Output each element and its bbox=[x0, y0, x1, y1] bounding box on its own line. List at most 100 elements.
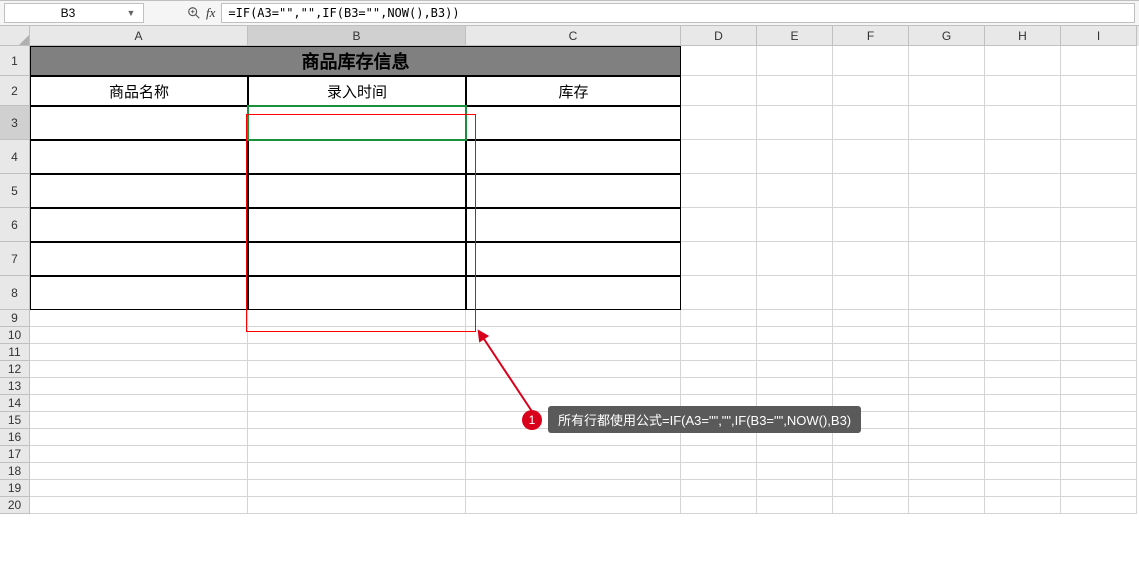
cell[interactable] bbox=[248, 327, 466, 344]
data-cell[interactable] bbox=[466, 106, 681, 140]
cell[interactable] bbox=[466, 463, 681, 480]
row-header[interactable]: 15 bbox=[0, 412, 30, 429]
cell[interactable] bbox=[985, 344, 1061, 361]
cell[interactable] bbox=[833, 174, 909, 208]
data-cell[interactable] bbox=[248, 174, 466, 208]
cell[interactable] bbox=[681, 208, 757, 242]
cell[interactable] bbox=[833, 106, 909, 140]
cell[interactable] bbox=[1061, 480, 1137, 497]
cell[interactable] bbox=[909, 46, 985, 76]
cell[interactable] bbox=[833, 46, 909, 76]
cell[interactable] bbox=[909, 208, 985, 242]
cell[interactable] bbox=[248, 497, 466, 514]
cell[interactable] bbox=[30, 497, 248, 514]
row-header[interactable]: 19 bbox=[0, 480, 30, 497]
cell[interactable] bbox=[681, 344, 757, 361]
row-header[interactable]: 6 bbox=[0, 208, 30, 242]
cell[interactable] bbox=[909, 140, 985, 174]
cell[interactable] bbox=[681, 242, 757, 276]
cell[interactable] bbox=[466, 480, 681, 497]
cell[interactable] bbox=[909, 378, 985, 395]
cell[interactable] bbox=[833, 344, 909, 361]
cell[interactable] bbox=[909, 429, 985, 446]
cell[interactable] bbox=[985, 429, 1061, 446]
cell[interactable] bbox=[909, 174, 985, 208]
data-cell[interactable] bbox=[466, 242, 681, 276]
cell[interactable] bbox=[757, 276, 833, 310]
cell[interactable] bbox=[909, 106, 985, 140]
cell[interactable] bbox=[985, 327, 1061, 344]
cell[interactable] bbox=[681, 76, 757, 106]
cell[interactable] bbox=[1061, 395, 1137, 412]
cell[interactable] bbox=[757, 344, 833, 361]
cell[interactable] bbox=[30, 378, 248, 395]
column-header-F[interactable]: F bbox=[833, 26, 909, 46]
cell[interactable] bbox=[30, 480, 248, 497]
cell[interactable] bbox=[248, 361, 466, 378]
cell[interactable] bbox=[30, 429, 248, 446]
column-header-E[interactable]: E bbox=[757, 26, 833, 46]
column-header-D[interactable]: D bbox=[681, 26, 757, 46]
cell[interactable] bbox=[833, 480, 909, 497]
cell[interactable] bbox=[833, 76, 909, 106]
row-header[interactable]: 18 bbox=[0, 463, 30, 480]
cell[interactable] bbox=[1061, 46, 1137, 76]
cell[interactable] bbox=[681, 276, 757, 310]
cell[interactable] bbox=[833, 242, 909, 276]
row-header[interactable]: 14 bbox=[0, 395, 30, 412]
column-header-C[interactable]: C bbox=[466, 26, 681, 46]
cell[interactable] bbox=[757, 480, 833, 497]
cell[interactable] bbox=[248, 412, 466, 429]
cell[interactable] bbox=[833, 276, 909, 310]
row-header[interactable]: 7 bbox=[0, 242, 30, 276]
column-header-I[interactable]: I bbox=[1061, 26, 1137, 46]
cell[interactable] bbox=[757, 46, 833, 76]
cell[interactable] bbox=[466, 344, 681, 361]
cell[interactable] bbox=[757, 327, 833, 344]
cell[interactable] bbox=[1061, 76, 1137, 106]
column-header-H[interactable]: H bbox=[985, 26, 1061, 46]
cell[interactable] bbox=[757, 76, 833, 106]
cell[interactable] bbox=[985, 497, 1061, 514]
select-all-corner[interactable] bbox=[0, 26, 30, 46]
cell[interactable] bbox=[757, 174, 833, 208]
active-cell[interactable] bbox=[248, 106, 466, 140]
cell[interactable] bbox=[909, 395, 985, 412]
cell[interactable] bbox=[1061, 208, 1137, 242]
cell[interactable] bbox=[833, 310, 909, 327]
row-header[interactable]: 5 bbox=[0, 174, 30, 208]
cell[interactable] bbox=[757, 361, 833, 378]
row-header[interactable]: 3 bbox=[0, 106, 30, 140]
cell[interactable] bbox=[681, 140, 757, 174]
cell[interactable] bbox=[757, 463, 833, 480]
data-cell[interactable] bbox=[248, 242, 466, 276]
cell[interactable] bbox=[985, 174, 1061, 208]
data-cell[interactable] bbox=[30, 140, 248, 174]
formula-input[interactable]: =IF(A3="","",IF(B3="",NOW(),B3)) bbox=[221, 3, 1135, 23]
cell[interactable] bbox=[909, 242, 985, 276]
name-box[interactable]: B3 ▼ bbox=[4, 3, 144, 23]
cell[interactable] bbox=[833, 446, 909, 463]
cell[interactable] bbox=[1061, 310, 1137, 327]
cell[interactable] bbox=[30, 395, 248, 412]
cell[interactable] bbox=[985, 446, 1061, 463]
data-cell[interactable] bbox=[248, 276, 466, 310]
row-header[interactable]: 4 bbox=[0, 140, 30, 174]
data-cell[interactable] bbox=[30, 242, 248, 276]
column-header-A[interactable]: A bbox=[30, 26, 248, 46]
title-cell[interactable]: 商品库存信息 bbox=[30, 46, 681, 76]
cell[interactable] bbox=[985, 480, 1061, 497]
cell[interactable] bbox=[681, 46, 757, 76]
cell[interactable] bbox=[985, 208, 1061, 242]
row-header[interactable]: 12 bbox=[0, 361, 30, 378]
cell[interactable] bbox=[681, 446, 757, 463]
cell[interactable] bbox=[681, 327, 757, 344]
cell[interactable] bbox=[985, 310, 1061, 327]
row-header[interactable]: 9 bbox=[0, 310, 30, 327]
cell[interactable] bbox=[757, 310, 833, 327]
cell[interactable] bbox=[909, 446, 985, 463]
cell[interactable] bbox=[466, 310, 681, 327]
row-header[interactable]: 10 bbox=[0, 327, 30, 344]
cell[interactable] bbox=[985, 242, 1061, 276]
cell[interactable] bbox=[1061, 446, 1137, 463]
